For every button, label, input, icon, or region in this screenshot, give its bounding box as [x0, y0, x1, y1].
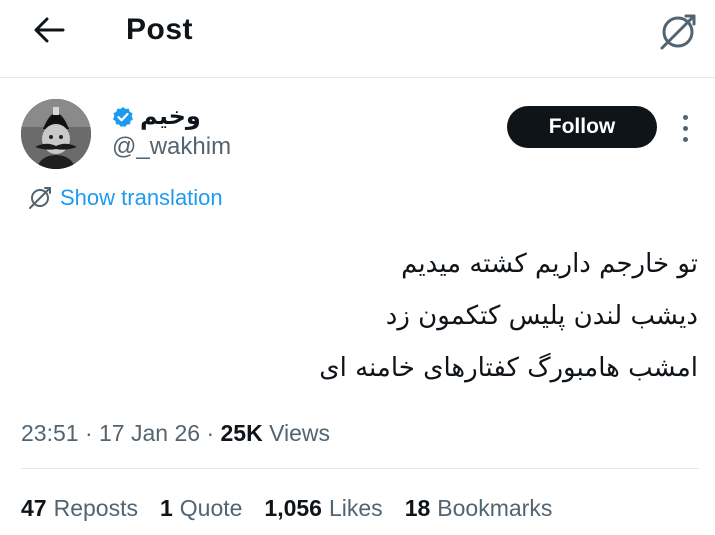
show-translation-label: Show translation [60, 185, 223, 210]
likes-count: 1,056 [264, 495, 322, 521]
post-text-line: تو خارجم داریم کشته میدیم [401, 249, 698, 279]
bookmarks-count: 18 [404, 495, 431, 521]
more-dot-icon [682, 136, 688, 142]
verified-badge-icon [112, 106, 134, 128]
translate-button[interactable] [654, 10, 702, 54]
more-dot-icon [682, 114, 688, 120]
likes-stat[interactable]: 1,056 Likes [264, 493, 382, 523]
author-name-row[interactable]: وخیم [112, 100, 201, 134]
bookmarks-stat[interactable]: 18 Bookmarks [405, 493, 553, 523]
views-label: Views [269, 420, 331, 446]
post-meta: 23:51 · 17 Jan 26 · 25K Views [21, 418, 330, 448]
arrow-left-icon [34, 17, 65, 43]
post-time[interactable]: 23:51 [21, 420, 79, 446]
meta-separator: · [84, 420, 93, 446]
translate-icon [29, 187, 51, 209]
reposts-label: Reposts [53, 495, 138, 521]
follow-button[interactable]: Follow [507, 106, 657, 148]
quotes-stat[interactable]: 1 Quote [160, 493, 242, 523]
page-title: Post [126, 13, 194, 46]
author-handle[interactable]: @_wakhim [112, 132, 231, 162]
avatar-portrait-icon [21, 99, 91, 169]
post-text-line: دیشب لندن پلیس کتکمون زد [385, 301, 698, 331]
quotes-label: Quote [179, 495, 243, 521]
avatar[interactable] [21, 99, 91, 169]
back-button[interactable] [26, 10, 72, 50]
post-text: تو خارجم داریم کشته میدیم دیشب لندن پلیس… [48, 238, 698, 394]
reposts-stat[interactable]: 47 Reposts [21, 493, 138, 523]
header-bar: Post [0, 0, 715, 78]
post-text-line: امشب هامبورگ کفتارهای خامنه ای [319, 353, 698, 383]
show-translation-link[interactable]: Show translation [28, 183, 223, 213]
post-date[interactable]: 17 Jan 26 [99, 420, 200, 446]
author-display-name: وخیم [140, 103, 201, 130]
translate-icon [660, 14, 696, 50]
more-options-button[interactable] [670, 108, 700, 148]
divider [21, 468, 699, 469]
quotes-count: 1 [159, 495, 173, 521]
more-dot-icon [682, 125, 688, 131]
reposts-count: 47 [21, 495, 47, 521]
engagement-stats: 47 Reposts 1 Quote 1,056 Likes 18 Bookma… [21, 493, 552, 523]
bookmarks-label: Bookmarks [437, 495, 553, 521]
views-count: 25K [220, 420, 263, 446]
likes-label: Likes [328, 495, 383, 521]
meta-separator: · [206, 420, 215, 446]
